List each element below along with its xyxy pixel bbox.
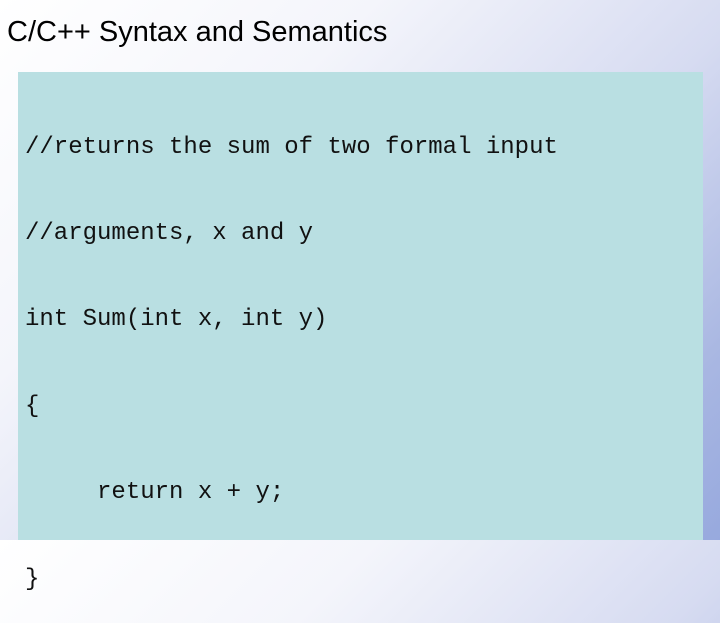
code-line-close-brace: } <box>25 565 40 593</box>
code-line-comment-2: //arguments, x and y <box>25 219 314 247</box>
code-line-signature: int Sum(int x, int y) <box>25 306 328 334</box>
slide-title: C/C++ Syntax and Semantics <box>7 16 388 48</box>
code-line-return: return x + y; <box>25 479 285 507</box>
code-line-comment-1: //returns the sum of two formal input <box>25 133 558 161</box>
code-line-open-brace: { <box>25 392 40 420</box>
code-block: //returns the sum of two formal input //… <box>25 76 558 623</box>
